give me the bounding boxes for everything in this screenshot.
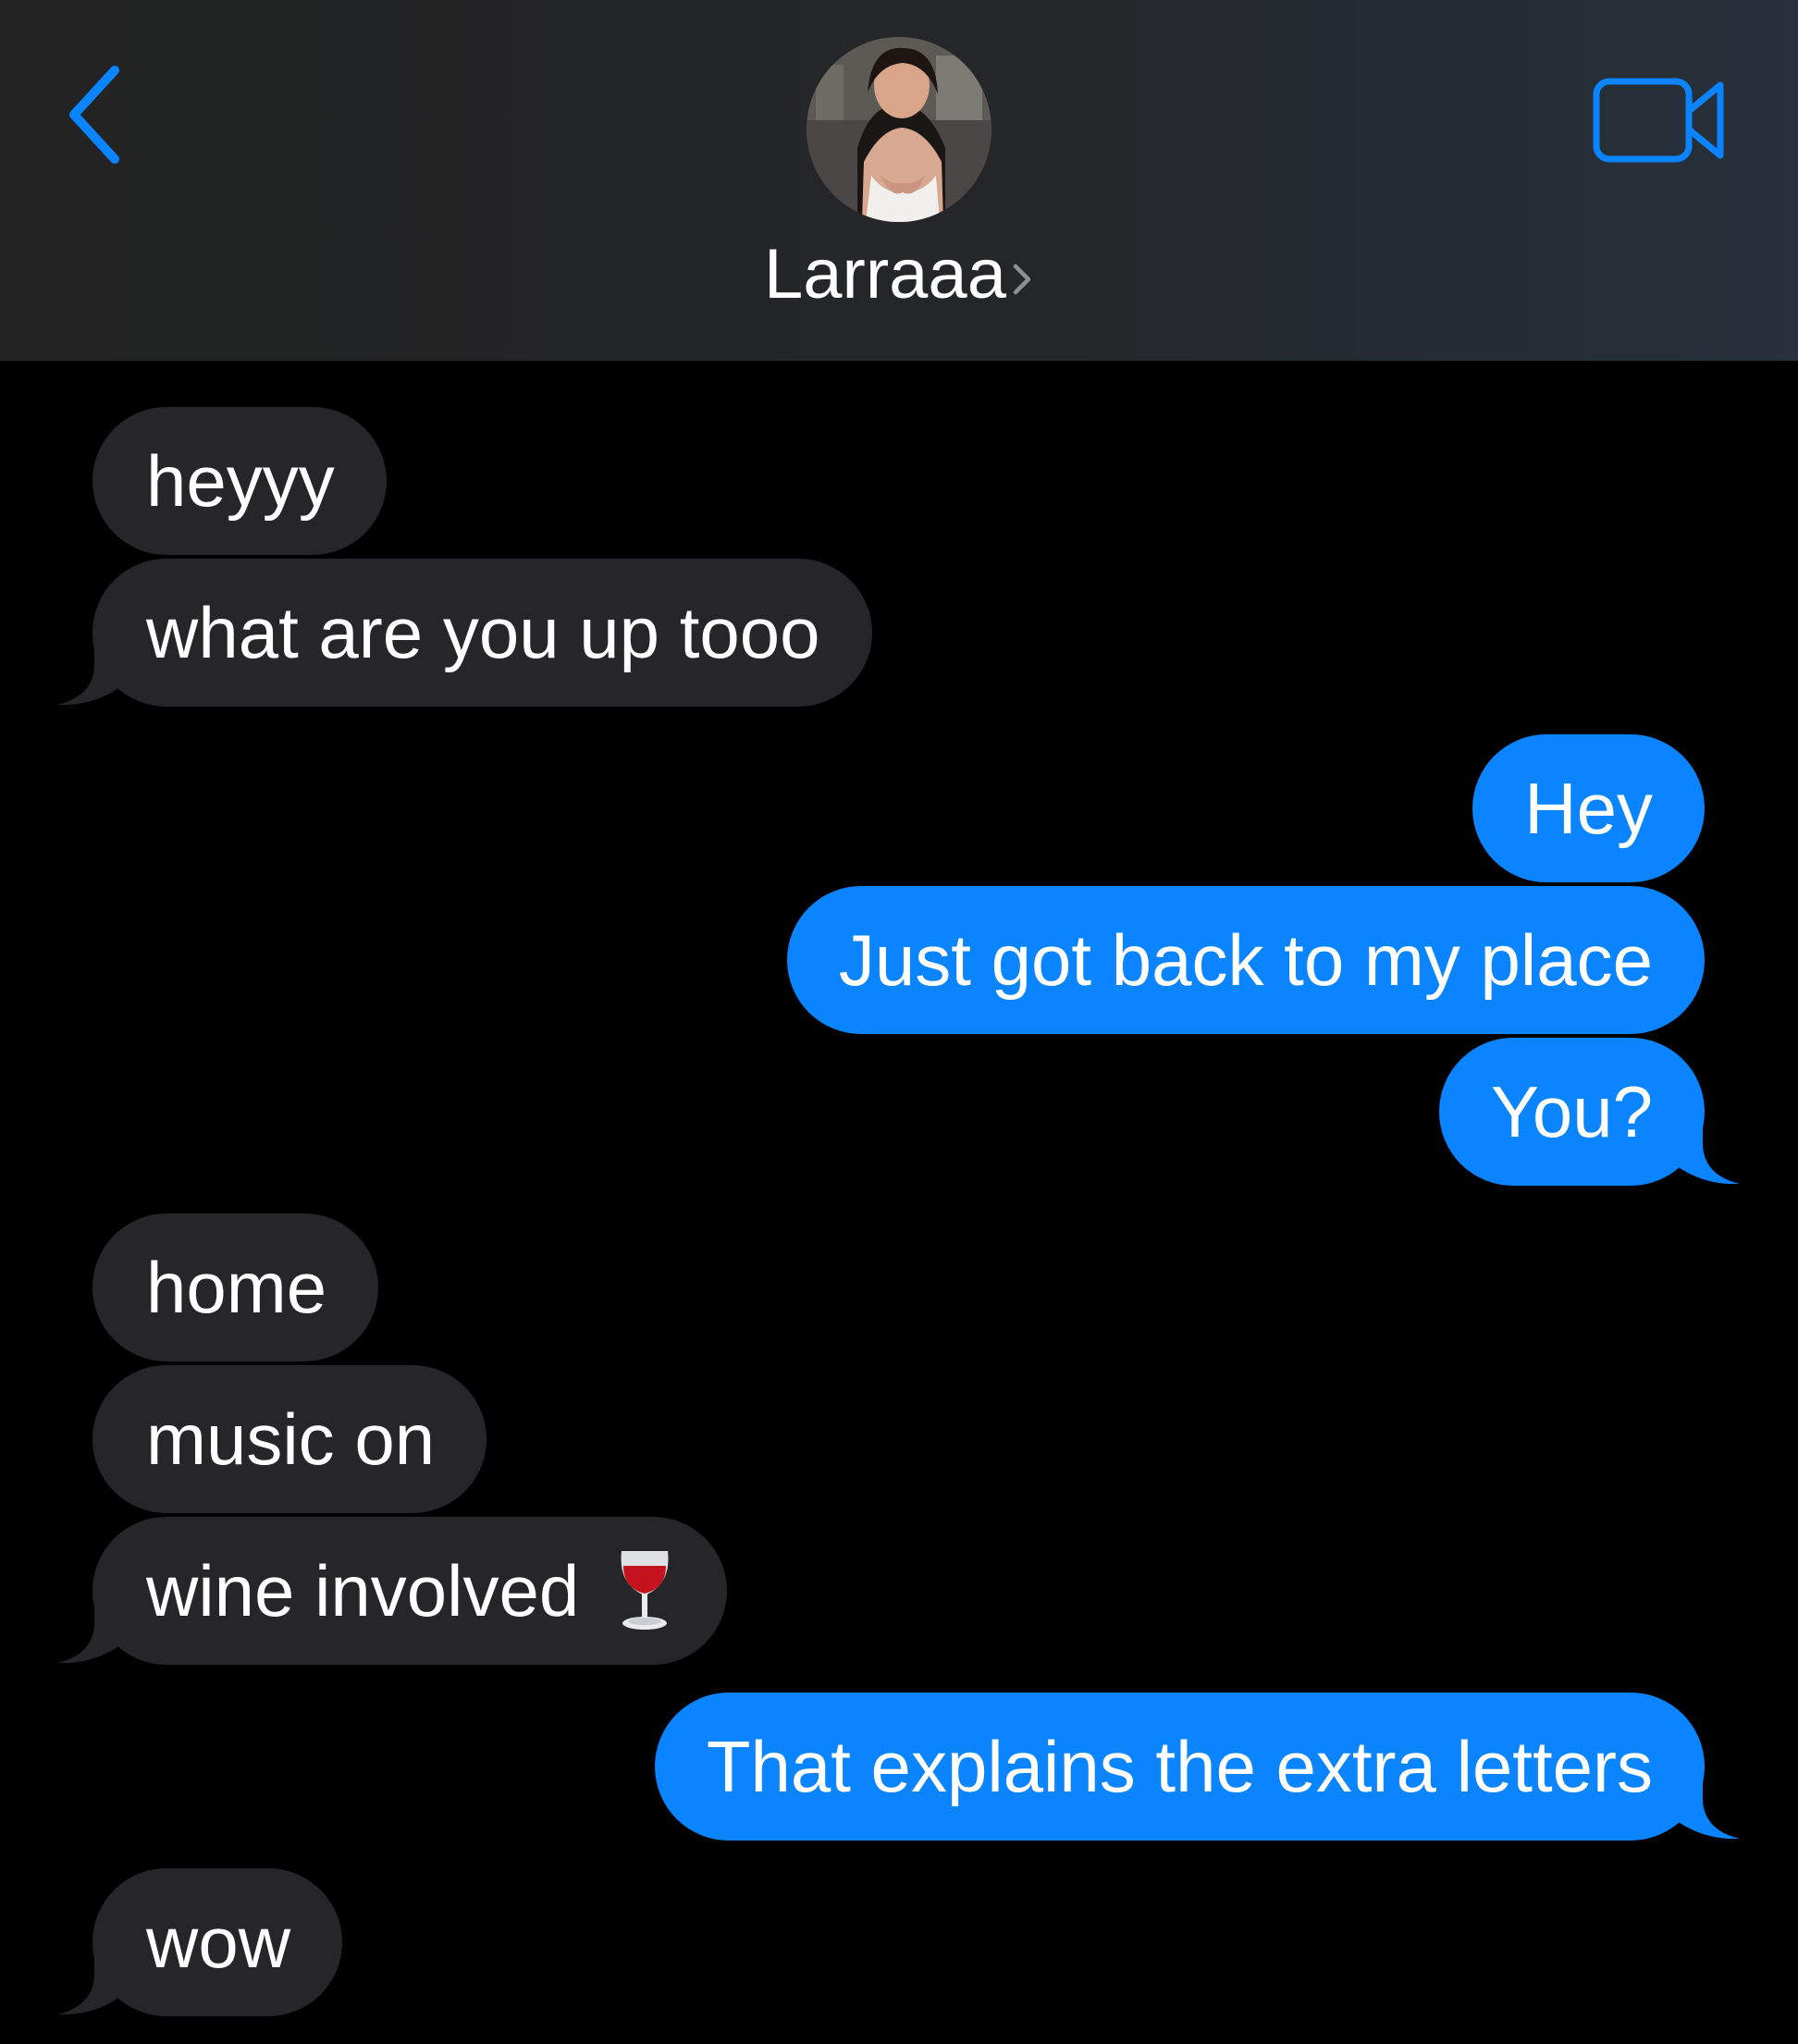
chevron-right-icon — [1010, 235, 1034, 318]
message-text: wine involved — [146, 1550, 580, 1632]
incoming-message[interactable]: home — [92, 1213, 379, 1361]
message-text: music on — [146, 1398, 436, 1480]
message-thread[interactable]: heyyy what are you up tooo Hey Just got … — [0, 361, 1798, 2044]
outgoing-message[interactable]: You? — [1438, 1038, 1740, 1186]
conversation-header: Larraaa — [0, 0, 1798, 361]
outgoing-message[interactable]: Hey — [1472, 734, 1705, 882]
incoming-message[interactable]: music on — [92, 1365, 487, 1513]
incoming-message[interactable]: heyyy — [92, 407, 387, 555]
incoming-message[interactable]: wow — [57, 1868, 343, 2016]
back-button[interactable] — [57, 57, 135, 172]
contact-avatar[interactable] — [807, 37, 991, 222]
contact-name-button[interactable]: Larraaa — [0, 233, 1798, 318]
contact-name: Larraaa — [764, 235, 1006, 314]
message-text: Just got back to my place — [838, 919, 1653, 1001]
bubble-tail — [57, 1952, 124, 2016]
bubble-tail — [1673, 1121, 1740, 1186]
outgoing-message[interactable]: Just got back to my place — [786, 886, 1705, 1034]
message-text: wow — [146, 1902, 291, 1983]
message-text: That explains the extra letters — [706, 1726, 1653, 1807]
outgoing-message[interactable]: That explains the extra letters — [654, 1693, 1740, 1841]
video-camera-icon — [1593, 78, 1724, 163]
video-call-button[interactable] — [1591, 74, 1730, 166]
message-text: home — [146, 1247, 327, 1328]
message-text: heyyy — [146, 440, 335, 522]
wine-glass-icon — [614, 1547, 675, 1632]
message-text: what are you up tooo — [146, 592, 820, 673]
message-text: Hey — [1524, 768, 1653, 849]
message-text: You? — [1490, 1071, 1653, 1152]
bubble-tail — [1673, 1776, 1740, 1841]
incoming-message[interactable]: wine involved — [57, 1517, 728, 1665]
chevron-left-icon — [69, 66, 119, 164]
avatar-photo — [807, 37, 991, 222]
incoming-message[interactable]: what are you up tooo — [57, 559, 872, 707]
bubble-tail — [57, 1600, 124, 1665]
bubble-tail — [57, 642, 124, 707]
